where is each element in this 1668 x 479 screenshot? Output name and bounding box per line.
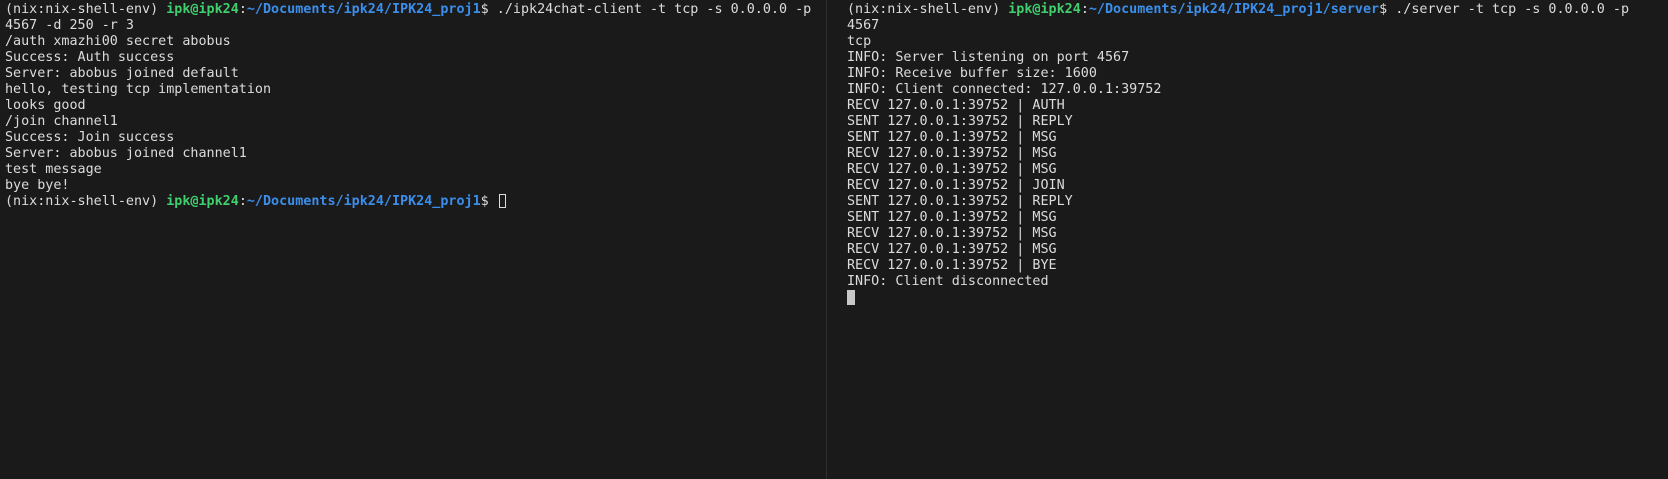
server-output-line: tcp [847,34,872,49]
client-output-line: hello, testing tcp implementation [5,82,272,97]
server-terminal-pane[interactable]: (nix:nix-shell-env) ipk@ipk24:~/Document… [828,0,1668,479]
prompt-env: (nix:nix-shell-env) [5,194,167,209]
client-output-line: /join channel1 [5,114,118,129]
client-output-line: Success: Join success [5,130,175,145]
prompt-path: ~/Documents/ipk24/IPK24_proj1 [246,2,481,17]
server-output-line: RECV 127.0.0.1:39752 | MSG [847,242,1057,257]
server-command-continuation: 4567 [847,18,880,33]
server-output-line: SENT 127.0.0.1:39752 | REPLY [847,114,1073,129]
client-active-prompt[interactable]: (nix:nix-shell-env) ipk@ipk24:~/Document… [5,194,826,210]
client-command-continuation: 4567 -d 250 -r 3 [5,18,134,33]
server-output-line: SENT 127.0.0.1:39752 | MSG [847,210,1057,225]
text-cursor-icon [498,194,506,208]
server-output-line: RECV 127.0.0.1:39752 | JOIN [847,178,1065,193]
server-output-line: RECV 127.0.0.1:39752 | MSG [847,162,1057,177]
server-command-line: (nix:nix-shell-env) ipk@ipk24:~/Document… [847,2,1668,18]
prompt-env: (nix:nix-shell-env) [5,2,167,17]
client-output-line: Server: abobus joined default [5,66,239,81]
prompt-symbol: $ [480,2,497,17]
client-output-line: looks good [5,98,86,113]
server-cursor-line[interactable] [847,290,1668,306]
server-output-line: INFO: Server listening on port 4567 [847,50,1130,65]
server-output-line: RECV 127.0.0.1:39752 | AUTH [847,98,1065,113]
client-output-line: /auth xmazhi00 secret abobus [5,34,231,49]
server-output-line: SENT 127.0.0.1:39752 | MSG [847,130,1057,145]
server-output-line: RECV 127.0.0.1:39752 | BYE [847,258,1057,273]
prompt-colon: : [238,194,247,209]
server-output-line: RECV 127.0.0.1:39752 | MSG [847,226,1057,241]
server-command-text: ./server -t tcp -s 0.0.0.0 -p [1395,2,1630,17]
prompt-path: ~/Documents/ipk24/IPK24_proj1/server [1088,2,1380,17]
block-cursor-icon [847,290,855,305]
server-output-line: INFO: Client disconnected [847,274,1049,289]
server-output: tcp INFO: Server listening on port 4567 IN… [847,34,1668,290]
prompt-path: ~/Documents/ipk24/IPK24_proj1 [246,194,481,209]
pane-divider[interactable] [826,0,827,479]
client-command-line: (nix:nix-shell-env) ipk@ipk24:~/Document… [5,2,826,18]
prompt-symbol: $ [480,194,497,209]
prompt-user-host: ipk@ipk24 [166,2,239,17]
client-output-line: test message [5,162,102,177]
server-output-line: INFO: Receive buffer size: 1600 [847,66,1097,81]
client-output: /auth xmazhi00 secret abobus Success: Aut… [5,34,826,194]
prompt-colon: : [238,2,247,17]
prompt-env: (nix:nix-shell-env) [847,2,1009,17]
prompt-user-host: ipk@ipk24 [166,194,239,209]
server-output-line: INFO: Client connected: 127.0.0.1:39752 [847,82,1162,97]
client-output-line: Success: Auth success [5,50,175,65]
client-output-line: Server: abobus joined channel1 [5,146,247,161]
prompt-user-host: ipk@ipk24 [1008,2,1081,17]
server-output-line: RECV 127.0.0.1:39752 | MSG [847,146,1057,161]
client-command-text: ./ipk24chat-client -t tcp -s 0.0.0.0 -p [496,2,812,17]
prompt-colon: : [1080,2,1089,17]
prompt-symbol: $ [1379,2,1396,17]
server-output-line: SENT 127.0.0.1:39752 | REPLY [847,194,1073,209]
client-output-line: bye bye! [5,178,70,193]
client-terminal-pane[interactable]: (nix:nix-shell-env) ipk@ipk24:~/Document… [0,0,826,479]
